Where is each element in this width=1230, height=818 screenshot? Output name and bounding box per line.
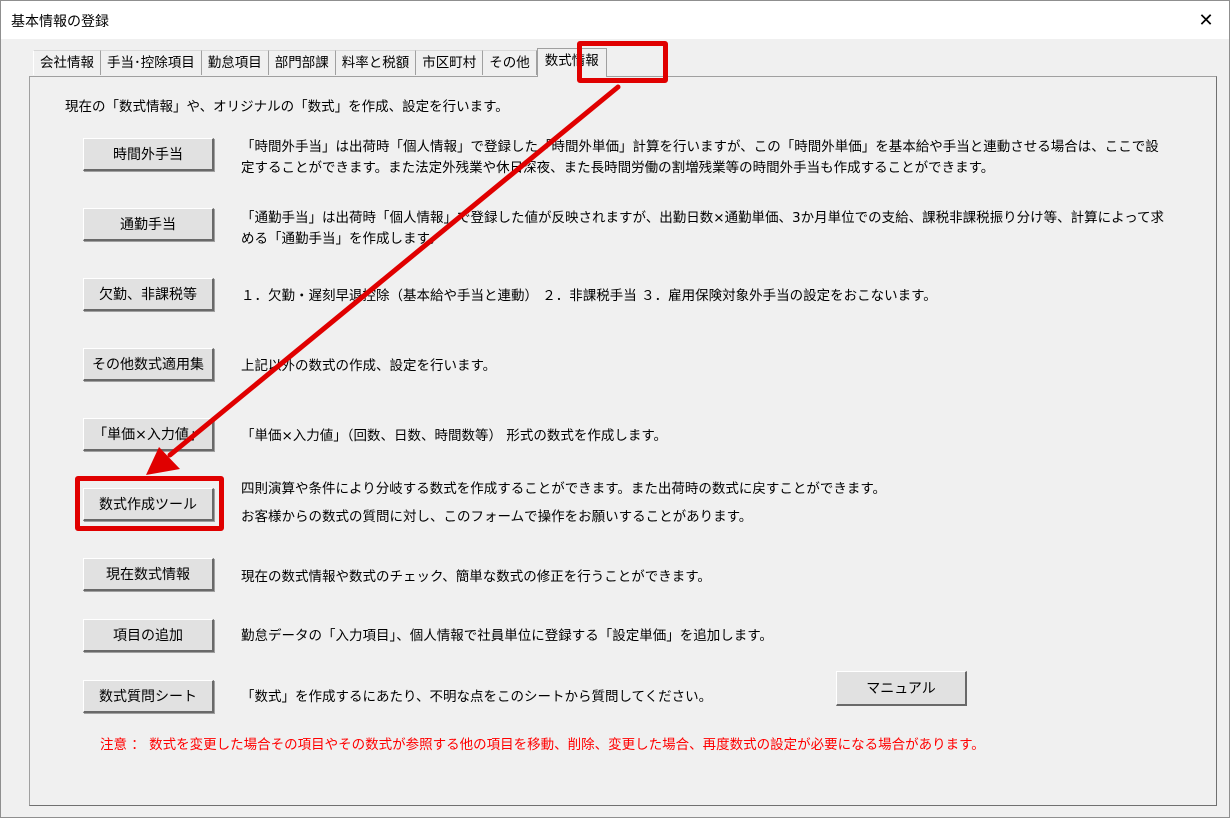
formula-question-sheet-button[interactable]: 数式質問シート: [83, 680, 214, 713]
title-bar: 基本情報の登録 ✕: [1, 1, 1229, 39]
formula-tool-note: お客様からの数式の質問に対し、このフォームで操作をお願いすることがあります。: [241, 509, 753, 525]
tab-other[interactable]: その他: [483, 50, 537, 75]
close-icon[interactable]: ✕: [1183, 1, 1229, 39]
other-formulas-description: 上記以外の数式の作成、設定を行います。: [241, 358, 497, 374]
current-formula-info-description: 現在の数式情報や数式のチェック、簡単な数式の修正を行うことができます。: [241, 569, 711, 585]
overtime-allowance-button[interactable]: 時間外手当: [83, 138, 214, 171]
add-item-button[interactable]: 項目の追加: [83, 619, 214, 652]
tab-strip: 会社情報 手当･控除項目 勤怠項目 部門部課 料率と税額 市区町村 その他 数式…: [33, 48, 607, 77]
other-formulas-button[interactable]: その他数式適用集: [83, 348, 214, 381]
current-formula-info-button[interactable]: 現在数式情報: [83, 558, 214, 591]
formula-tool-description: 四則演算や条件により分岐する数式を作成することができます。また出荷時の数式に戻す…: [241, 481, 887, 497]
tab-attendance-items[interactable]: 勤怠項目: [201, 50, 269, 75]
add-item-description: 勤怠データの「入力項目」、個人情報で社員単位に登録する「設定単価」を追加します。: [241, 628, 773, 644]
tab-departments[interactable]: 部門部課: [268, 50, 336, 75]
tab-allowance-deduction[interactable]: 手当･控除項目: [101, 50, 202, 75]
commute-allowance-description: 「通勤手当」は出荷時「個人情報」で登録した値が反映されますが、出勤日数×通勤単価…: [241, 210, 1165, 247]
formula-tool-button[interactable]: 数式作成ツール: [83, 488, 214, 521]
overtime-allowance-description: 「時間外手当」は出荷時「個人情報」で登録した「時間外単価」計算を行いますが、この…: [241, 139, 1159, 176]
absence-nontaxable-button[interactable]: 欠勤、非課税等: [83, 278, 214, 311]
tab-municipalities[interactable]: 市区町村: [416, 50, 484, 75]
tab-rates-taxes[interactable]: 料率と税額: [335, 50, 417, 75]
intro-text: 現在の「数式情報」や、オリジナルの「数式」を作成、設定を行います。: [65, 99, 509, 115]
warning-note: 注意 ： 数式を変更した場合その項目やその数式が参照する他の項目を移動、削除、変…: [100, 737, 985, 753]
window-title: 基本情報の登録: [11, 14, 109, 30]
formula-question-sheet-description: 「数式」を作成するにあたり、不明な点をこのシートから質問してください。: [241, 689, 713, 705]
tab-company-info[interactable]: 会社情報: [33, 50, 101, 75]
unit-price-input-button[interactable]: 「単価×入力値」: [83, 418, 214, 451]
absence-nontaxable-description: １．欠勤・遅刻早退控除（基本給や手当と連動） ２．非課税手当 ３．雇用保険対象外…: [241, 288, 937, 304]
tab-formula-info[interactable]: 数式情報: [536, 48, 607, 77]
commute-allowance-button[interactable]: 通勤手当: [83, 208, 214, 241]
manual-button[interactable]: マニュアル: [836, 671, 967, 706]
unit-price-input-description: 「単価×入力値」（回数、日数、時間数等） 形式の数式を作成します。: [241, 428, 668, 444]
